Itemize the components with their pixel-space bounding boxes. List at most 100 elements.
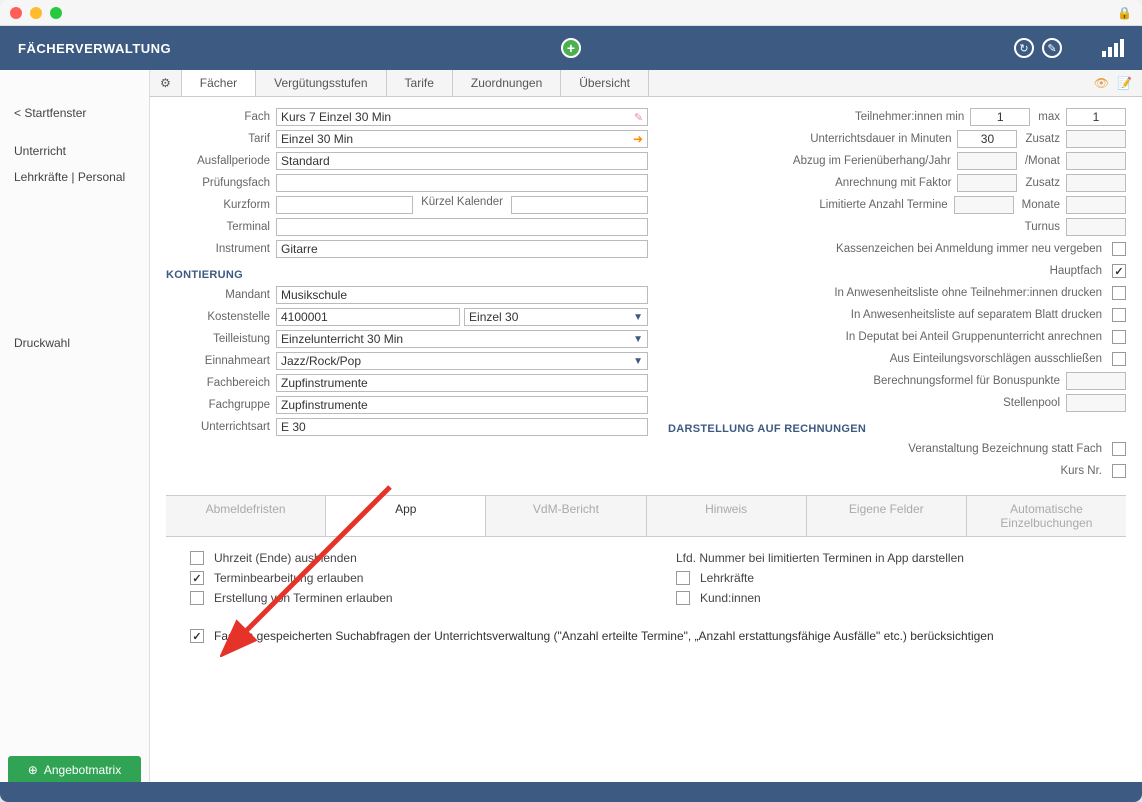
- tarif-input[interactable]: Einzel 30 Min➜: [276, 130, 648, 148]
- content: FachKurs 7 Einzel 30 Min✎ TarifEinzel 30…: [150, 97, 1142, 802]
- subtab-abmelde[interactable]: Abmeldefristen: [166, 496, 326, 536]
- zusatz2-input[interactable]: [1066, 174, 1126, 192]
- zusatz-label: Zusatz: [1025, 133, 1066, 145]
- anw-ohne-label: In Anwesenheitsliste ohne Teilnehmer:inn…: [668, 287, 1108, 299]
- bereich-input[interactable]: Zupfinstrumente: [276, 374, 648, 392]
- einnahme-input[interactable]: Jazz/Rock/Pop▼: [276, 352, 648, 370]
- subtab-app[interactable]: App: [326, 496, 486, 536]
- search-icon[interactable]: ✎: [1042, 38, 1062, 58]
- terminal-input[interactable]: [276, 218, 648, 236]
- kosten2-input[interactable]: Einzel 30▼: [464, 308, 648, 326]
- sidebar-druckwahl[interactable]: Druckwahl: [0, 330, 149, 356]
- kuerzel-input[interactable]: [511, 196, 648, 214]
- traffic-lights: [10, 7, 62, 19]
- sidebar-back[interactable]: < Startfenster: [0, 100, 149, 126]
- anw-blatt-checkbox[interactable]: [1112, 308, 1126, 322]
- pencil-icon[interactable]: ✎: [634, 111, 643, 124]
- kurz-label: Kurzform: [166, 199, 276, 211]
- chevron-down-icon[interactable]: ▼: [633, 356, 643, 367]
- uhrzeit-label: Uhrzeit (Ende) ausblenden: [214, 551, 357, 565]
- tarif-label: Tarif: [166, 133, 276, 145]
- kontierung-heading: KONTIERUNG: [166, 269, 648, 281]
- tab-settings[interactable]: ⚙: [150, 70, 182, 96]
- teilnehmer-min-input[interactable]: 1: [970, 108, 1030, 126]
- maximize-window-button[interactable]: [50, 7, 62, 19]
- faktor-label: Anrechnung mit Faktor: [835, 177, 957, 189]
- monat-input[interactable]: [1066, 152, 1126, 170]
- gruppe-input[interactable]: Zupfinstrumente: [276, 396, 648, 414]
- kosten1-input[interactable]: 4100001: [276, 308, 460, 326]
- refresh-icon[interactable]: ↻: [1014, 38, 1034, 58]
- turnus-input[interactable]: [1066, 218, 1126, 236]
- monate-input[interactable]: [1066, 196, 1126, 214]
- tab-tarife[interactable]: Tarife: [387, 70, 453, 96]
- teilnehmer-max-input[interactable]: 1: [1066, 108, 1126, 126]
- kurzform-input[interactable]: [276, 196, 413, 214]
- tab-uebersicht[interactable]: Übersicht: [561, 70, 649, 96]
- pruef-input[interactable]: [276, 174, 648, 192]
- kassenzeichen-checkbox[interactable]: [1112, 242, 1126, 256]
- einteilung-label: Aus Einteilungsvorschlägen ausschließen: [668, 353, 1108, 365]
- close-window-button[interactable]: [10, 7, 22, 19]
- fach-suchabfragen-label: Fach in gespeicherten Suchabfragen der U…: [214, 629, 994, 643]
- bereich-label: Fachbereich: [166, 377, 276, 389]
- termine-input[interactable]: [954, 196, 1014, 214]
- header-add-button[interactable]: +: [561, 38, 581, 58]
- veranstaltung-checkbox[interactable]: [1112, 442, 1126, 456]
- instrument-label: Instrument: [166, 243, 276, 255]
- sidebar-unterricht[interactable]: Unterricht: [0, 138, 149, 164]
- lehrkraefte-label: Lehrkräfte: [700, 571, 754, 585]
- uart-input[interactable]: E 30: [276, 418, 648, 436]
- zusatz-input[interactable]: [1066, 130, 1126, 148]
- deputat-checkbox[interactable]: [1112, 330, 1126, 344]
- arrow-right-icon[interactable]: ➜: [633, 132, 643, 146]
- kursnr-checkbox[interactable]: [1112, 464, 1126, 478]
- fach-suchabfragen-checkbox[interactable]: [190, 629, 204, 643]
- minimize-window-button[interactable]: [30, 7, 42, 19]
- abzug-input[interactable]: [957, 152, 1017, 170]
- anw-ohne-checkbox[interactable]: [1112, 286, 1126, 300]
- uart-label: Unterrichtsart: [166, 421, 276, 433]
- subtab-eigene[interactable]: Eigene Felder: [807, 496, 967, 536]
- teil-input[interactable]: Einzelunterricht 30 Min▼: [276, 330, 648, 348]
- ausfall-input[interactable]: Standard: [276, 152, 648, 170]
- fach-input[interactable]: Kurs 7 Einzel 30 Min✎: [276, 108, 648, 126]
- veranstaltung-label: Veranstaltung Bezeichnung statt Fach: [668, 443, 1108, 455]
- faktor-input[interactable]: [957, 174, 1017, 192]
- sidebar-lehrkraefte[interactable]: Lehrkräfte | Personal: [0, 164, 149, 190]
- chevron-down-icon[interactable]: ▼: [633, 334, 643, 345]
- eye-icon[interactable]: 👁: [1094, 76, 1109, 90]
- subtab-auto[interactable]: Automatische Einzelbuchungen: [967, 496, 1126, 536]
- main-panel: ⚙ Fächer Vergütungsstufen Tarife Zuordnu…: [150, 70, 1142, 802]
- tab-faecher[interactable]: Fächer: [182, 70, 256, 96]
- dauer-input[interactable]: 30: [957, 130, 1017, 148]
- angebotmatrix-button[interactable]: ⊕ Angebotmatrix: [8, 756, 141, 784]
- titlebar: 🔒: [0, 0, 1142, 26]
- header-actions: ↻ ✎: [1014, 38, 1062, 58]
- uhrzeit-checkbox[interactable]: [190, 551, 204, 565]
- fach-label: Fach: [166, 111, 276, 123]
- erstellung-checkbox[interactable]: [190, 591, 204, 605]
- terminbearb-checkbox[interactable]: [190, 571, 204, 585]
- plus-icon: +: [561, 38, 581, 58]
- signal-icon: [1102, 39, 1124, 57]
- lehrkraefte-checkbox[interactable]: [676, 571, 690, 585]
- mandant-label: Mandant: [166, 289, 276, 301]
- subtab-hinweis[interactable]: Hinweis: [647, 496, 807, 536]
- tab-zuordnungen[interactable]: Zuordnungen: [453, 70, 561, 96]
- chevron-down-icon[interactable]: ▼: [633, 312, 643, 323]
- stellenpool-input[interactable]: [1066, 394, 1126, 412]
- subtab-vdm[interactable]: VdM-Bericht: [486, 496, 646, 536]
- einteilung-checkbox[interactable]: [1112, 352, 1126, 366]
- mandant-input[interactable]: Musikschule: [276, 286, 648, 304]
- hauptfach-checkbox[interactable]: [1112, 264, 1126, 278]
- ausfall-label: Ausfallperiode: [166, 155, 276, 167]
- kuerzel-label: Kürzel Kalender: [417, 196, 507, 214]
- note-icon[interactable]: 📝: [1117, 76, 1132, 90]
- kundinnen-checkbox[interactable]: [676, 591, 690, 605]
- bonus-input[interactable]: [1066, 372, 1126, 390]
- teil-label: Teilleistung: [166, 333, 276, 345]
- instrument-input[interactable]: Gitarre: [276, 240, 648, 258]
- body: < Startfenster Unterricht Lehrkräfte | P…: [0, 70, 1142, 802]
- tab-verguetung[interactable]: Vergütungsstufen: [256, 70, 386, 96]
